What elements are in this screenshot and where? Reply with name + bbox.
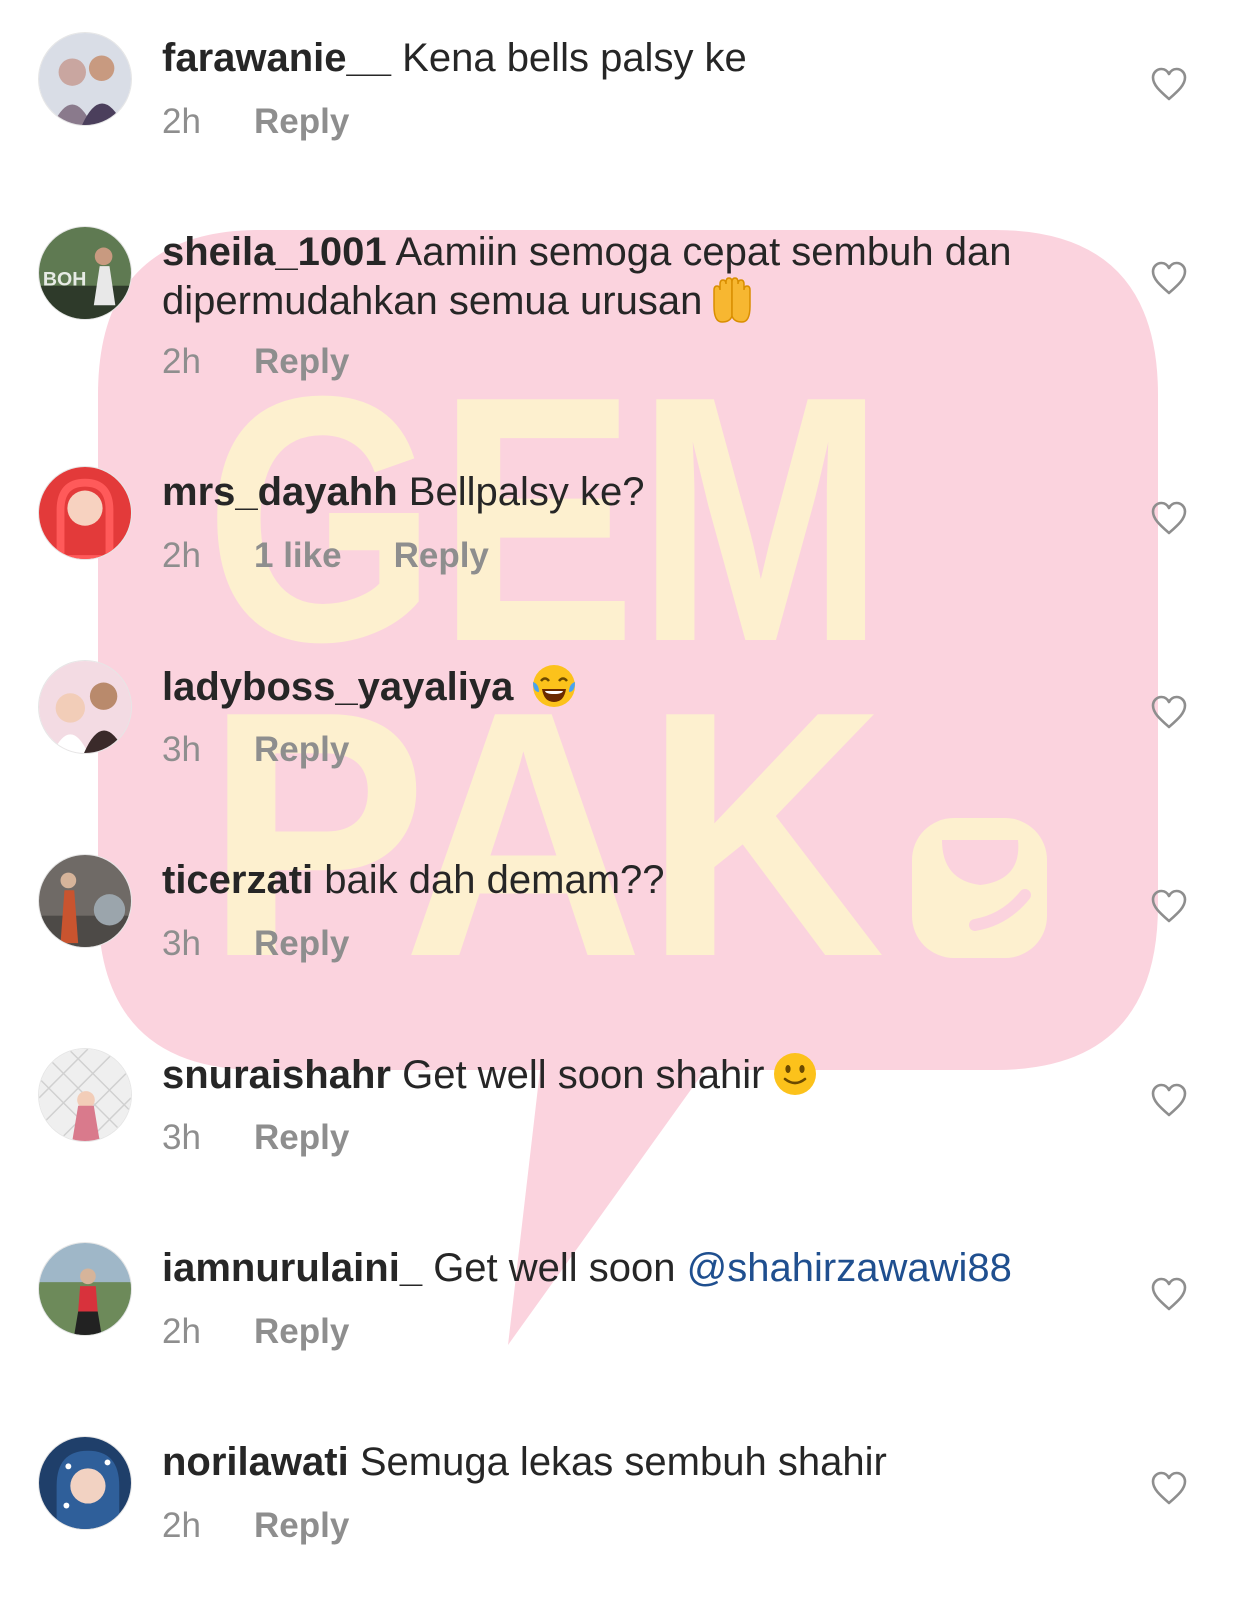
heart-icon[interactable] — [1150, 1470, 1188, 1506]
comment-body: iamnurulaini_ Get well soon @shahirzawaw… — [162, 1244, 1092, 1292]
avatar[interactable] — [38, 854, 132, 948]
avatar[interactable] — [38, 1436, 132, 1530]
comment-time: 2h — [162, 1506, 201, 1545]
reply-button[interactable]: Reply — [254, 1506, 349, 1546]
comment-text: Kena bells palsy ke — [402, 36, 747, 80]
comment-time: 3h — [162, 924, 201, 963]
comment-time: 2h — [162, 536, 201, 575]
tears-of-joy-emoji — [530, 662, 578, 710]
comment-text: Get well soon shahir — [402, 1053, 765, 1097]
comment-username[interactable]: mrs_dayahh — [162, 470, 398, 514]
reply-button[interactable]: Reply — [254, 342, 349, 382]
comment-meta: 2h Reply — [162, 1506, 349, 1546]
heart-icon[interactable] — [1150, 888, 1188, 924]
comment-text: Get well soon — [433, 1246, 676, 1290]
reply-button[interactable]: Reply — [254, 1118, 349, 1158]
heart-icon[interactable] — [1150, 1082, 1188, 1118]
avatar[interactable] — [38, 466, 132, 560]
comment-meta: 3h Reply — [162, 924, 349, 964]
heart-icon[interactable] — [1150, 694, 1188, 730]
comment-meta: 2h 1 like Reply — [162, 536, 489, 576]
comment-body: snuraishahr Get well soon shahir — [162, 1050, 1092, 1099]
comment-meta: 2h Reply — [162, 1312, 349, 1352]
comment-text: baik dah demam?? — [324, 858, 665, 902]
comment-time: 3h — [162, 1118, 201, 1157]
mention-link[interactable]: @shahirzawawi88 — [687, 1246, 1012, 1290]
comment-username[interactable]: sheila_1001 — [162, 230, 387, 274]
comment-time: 2h — [162, 342, 201, 381]
watermark-text-line1: GEM — [205, 324, 885, 715]
comment-username[interactable]: ladyboss_yayaliya — [162, 665, 513, 709]
comment-meta: 3h Reply — [162, 730, 349, 770]
comment-body: norilawati Semuga lekas sembuh shahir — [162, 1438, 1092, 1486]
reply-button[interactable]: Reply — [254, 730, 349, 770]
like-count[interactable]: 1 like — [254, 536, 342, 576]
comment-time: 2h — [162, 102, 201, 141]
comment-meta: 2h Reply — [162, 102, 349, 142]
comment-time: 2h — [162, 1312, 201, 1351]
reply-button[interactable]: Reply — [254, 102, 349, 142]
watermark-speech-bubble — [98, 230, 1158, 1345]
avatar[interactable] — [38, 32, 132, 126]
reply-button[interactable]: Reply — [254, 1312, 349, 1352]
comment-meta: 2h Reply — [162, 342, 349, 382]
comment-body: mrs_dayahh Bellpalsy ke? — [162, 468, 1092, 516]
avatar[interactable]: BOH — [38, 226, 132, 320]
slightly-smiling-face-emoji — [771, 1050, 819, 1098]
avatar-text: BOH — [43, 269, 86, 291]
heart-icon[interactable] — [1150, 66, 1188, 102]
heart-icon[interactable] — [1150, 1276, 1188, 1312]
comment-username[interactable]: farawanie__ — [162, 36, 391, 80]
avatar[interactable] — [38, 1242, 132, 1336]
comment-username[interactable]: snuraishahr — [162, 1053, 391, 1097]
heart-icon[interactable] — [1150, 260, 1188, 296]
reply-button[interactable]: Reply — [394, 536, 489, 576]
comment-body: farawanie__ Kena bells palsy ke — [162, 34, 1092, 82]
comment-body: ticerzati baik dah demam?? — [162, 856, 1092, 904]
raised-hands-emoji — [708, 276, 756, 324]
comment-meta: 3h Reply — [162, 1118, 349, 1158]
comment-body: ladyboss_yayaliya — [162, 662, 1092, 711]
heart-icon[interactable] — [1150, 500, 1188, 536]
comment-text: Semuga lekas sembuh shahir — [359, 1440, 887, 1484]
comment-body: sheila_1001 Aamiin semoga cepat sembuh d… — [162, 228, 1092, 325]
reply-button[interactable]: Reply — [254, 924, 349, 964]
comment-username[interactable]: ticerzati — [162, 858, 313, 902]
avatar[interactable] — [38, 660, 132, 754]
comment-username[interactable]: iamnurulaini_ — [162, 1246, 422, 1290]
comment-time: 3h — [162, 730, 201, 769]
avatar[interactable] — [38, 1048, 132, 1142]
comment-username[interactable]: norilawati — [162, 1440, 349, 1484]
comment-text: Bellpalsy ke? — [408, 470, 645, 514]
